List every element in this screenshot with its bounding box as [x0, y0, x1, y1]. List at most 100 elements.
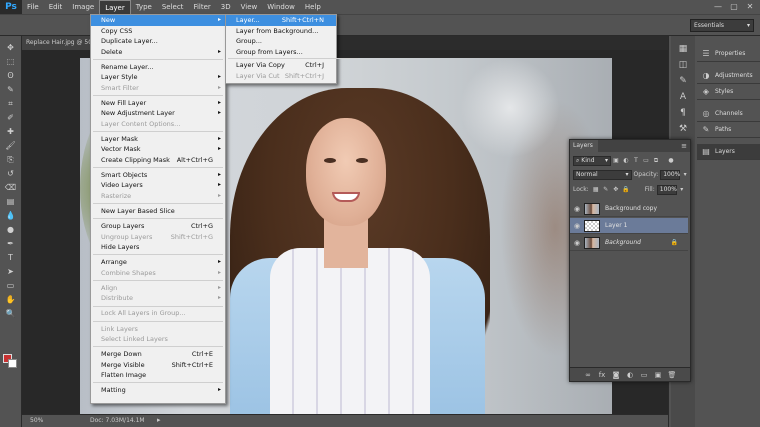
gradient-icon[interactable]: ▤ [3, 196, 18, 207]
menu-item-flatten-image[interactable]: Flatten Image [91, 370, 225, 381]
menu-item-delete[interactable]: Delete ▸ [91, 47, 225, 58]
lock-all-icon[interactable]: 🔒 [622, 186, 630, 194]
filter-toggle-icon[interactable]: ● [667, 157, 675, 165]
menu-item-arrange[interactable]: Arrange ▸ [91, 257, 225, 268]
type-filter-icon[interactable]: T [632, 157, 640, 165]
fx-icon[interactable]: fx [597, 371, 607, 379]
paragraph-icon[interactable]: ¶ [675, 108, 691, 122]
adjustment-layer-icon[interactable]: ◐ [625, 371, 635, 379]
blur-icon[interactable]: 💧 [3, 210, 18, 221]
move-icon[interactable]: ✥ [3, 42, 18, 53]
visibility-eye-icon[interactable]: ◉ [570, 222, 584, 230]
menu-item-rename-layer[interactable]: Rename Layer... [91, 62, 225, 73]
link-icon[interactable]: ∞ [583, 371, 593, 379]
menu-item-vector-mask[interactable]: Vector Mask ▸ [91, 144, 225, 155]
chevron-down-icon[interactable]: ▾ [681, 171, 689, 179]
menu-item-group-layers[interactable]: Group Layers Ctrl+G [91, 221, 225, 232]
menu-item-merge-down[interactable]: Merge Down Ctrl+E [91, 349, 225, 360]
brush-presets-icon[interactable]: ✎ [675, 76, 691, 90]
history-brush-icon[interactable]: ↺ [3, 168, 18, 179]
lock-position-icon[interactable]: ✥ [612, 186, 620, 194]
dock-channels[interactable]: ◎ Channels [697, 106, 760, 122]
eyedropper-icon[interactable]: ✐ [3, 112, 18, 123]
layer-row[interactable]: ◉ Background 🔒 [570, 235, 688, 251]
menu-layer[interactable]: Layer [99, 0, 131, 14]
minimize-button[interactable]: — [710, 0, 726, 14]
tool-presets-icon[interactable]: ⚒ [675, 124, 691, 138]
pen-icon[interactable]: ✒ [3, 238, 18, 249]
menu-item-group-from-layers[interactable]: Group from Layers... [226, 47, 336, 58]
quick-select-icon[interactable]: ✎ [3, 84, 18, 95]
adjustment-filter-icon[interactable]: ◐ [622, 157, 630, 165]
zoom-readout[interactable]: 50% [30, 417, 43, 424]
hand-icon[interactable]: ✋ [3, 294, 18, 305]
menu-item-copy-css[interactable]: Copy CSS [91, 26, 225, 37]
dodge-icon[interactable]: ● [3, 224, 18, 235]
visibility-eye-icon[interactable]: ◉ [570, 239, 584, 247]
crop-icon[interactable]: ⌗ [3, 98, 18, 109]
lock-image-icon[interactable]: ✎ [602, 186, 610, 194]
menu-item-layer-mask[interactable]: Layer Mask ▸ [91, 134, 225, 145]
workspace-select[interactable]: Essentials ▾ [690, 19, 754, 32]
menu-item-layer-from-background[interactable]: Layer from Background... [226, 26, 336, 37]
menu-image[interactable]: Image [67, 0, 99, 14]
layer-name[interactable]: Background [605, 239, 641, 246]
type-icon[interactable]: T [3, 252, 18, 263]
new-layer-icon[interactable]: ▣ [653, 371, 663, 379]
background-color-swatch[interactable] [8, 359, 17, 368]
menu-item-new-adjustment-layer[interactable]: New Adjustment Layer ▸ [91, 108, 225, 119]
menu-3d[interactable]: 3D [216, 0, 236, 14]
status-menu-icon[interactable]: ▸ [157, 416, 161, 424]
menu-item-group[interactable]: Group... [226, 36, 336, 47]
visibility-eye-icon[interactable]: ◉ [570, 205, 584, 213]
menu-item-new[interactable]: New ▸ [91, 15, 225, 26]
blend-mode-select[interactable]: Normal ▾ [573, 169, 632, 180]
layer-name[interactable]: Layer 1 [605, 222, 627, 229]
menu-item-smart-objects[interactable]: Smart Objects ▸ [91, 170, 225, 181]
menu-item-video-layers[interactable]: Video Layers ▸ [91, 180, 225, 191]
brush-icon[interactable]: 🖌 [3, 140, 18, 151]
group-icon[interactable]: ▭ [639, 371, 649, 379]
dock-layers[interactable]: ▤ Layers [697, 144, 760, 160]
pixel-filter-icon[interactable]: ▣ [612, 157, 620, 165]
menu-window[interactable]: Window [262, 0, 300, 14]
menu-help[interactable]: Help [300, 0, 326, 14]
zoom-icon[interactable]: 🔍 [3, 308, 18, 319]
shape-icon[interactable]: ▭ [3, 280, 18, 291]
menu-edit[interactable]: Edit [44, 0, 68, 14]
menu-item-layer[interactable]: Layer... Shift+Ctrl+N [226, 15, 336, 26]
marquee-icon[interactable]: ⬚ [3, 56, 18, 67]
menu-select[interactable]: Select [157, 0, 189, 14]
menu-item-merge-visible[interactable]: Merge Visible Shift+Ctrl+E [91, 360, 225, 371]
menu-item-hide-layers[interactable]: Hide Layers [91, 242, 225, 253]
menu-file[interactable]: File [22, 0, 44, 14]
menu-item-layer-style[interactable]: Layer Style ▸ [91, 72, 225, 83]
smart-object-filter-icon[interactable]: ⧉ [652, 157, 660, 165]
navigator-icon[interactable]: ◫ [675, 60, 691, 74]
tab-layers[interactable]: Layers [570, 140, 598, 152]
shape-filter-icon[interactable]: ▭ [642, 157, 650, 165]
dock-styles[interactable]: ◈ Styles [697, 84, 760, 100]
eraser-icon[interactable]: ⌫ [3, 182, 18, 193]
healing-brush-icon[interactable]: ✚ [3, 126, 18, 137]
layer-row[interactable]: ◉ Background copy [570, 201, 688, 217]
menu-item-create-clipping-mask[interactable]: Create Clipping Mask Alt+Ctrl+G [91, 155, 225, 166]
mask-icon[interactable]: ◙ [611, 371, 621, 379]
fill-input[interactable]: 100% [656, 184, 677, 195]
menu-item-duplicate-layer[interactable]: Duplicate Layer... [91, 36, 225, 47]
menu-item-layer-via-copy[interactable]: Layer Via Copy Ctrl+J [226, 60, 336, 71]
lock-transparent-icon[interactable]: ▦ [592, 186, 600, 194]
path-select-icon[interactable]: ➤ [3, 266, 18, 277]
history-icon[interactable]: ▦ [675, 44, 691, 58]
panel-menu-icon[interactable]: ≡ [681, 140, 687, 152]
close-button[interactable]: ✕ [742, 0, 758, 14]
menu-item-matting[interactable]: Matting ▸ [91, 385, 225, 396]
layer-row[interactable]: ◉ Layer 1 [570, 218, 688, 234]
chevron-down-icon[interactable]: ▾ [678, 186, 686, 194]
document-tab[interactable]: Replace Hair.jpg @ 50 [22, 36, 92, 50]
menu-type[interactable]: Type [131, 0, 157, 14]
dock-paths[interactable]: ✎ Paths [697, 122, 760, 138]
lasso-icon[interactable]: ʘ [3, 70, 18, 81]
menu-item-new-fill-layer[interactable]: New Fill Layer ▸ [91, 98, 225, 109]
dock-properties[interactable]: ☰ Properties [697, 46, 760, 62]
